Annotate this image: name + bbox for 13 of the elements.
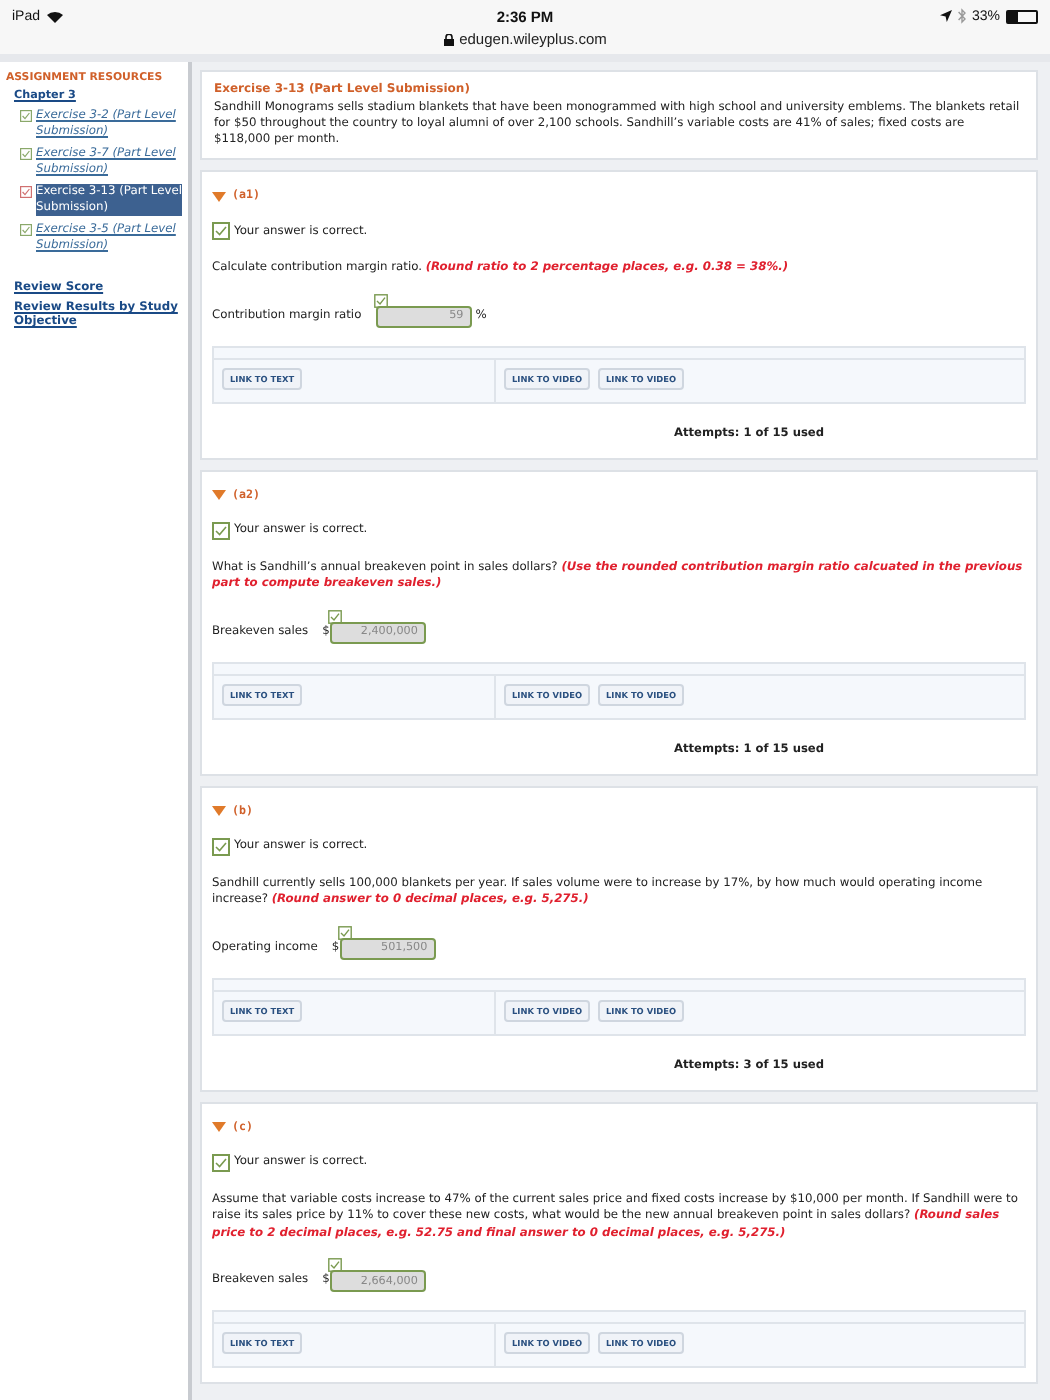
battery-icon [1005, 9, 1038, 23]
check-icon [327, 1258, 342, 1272]
check-icon [327, 609, 342, 623]
location-arrow-icon [939, 10, 952, 22]
caret-icon[interactable] [212, 1122, 226, 1132]
wifi-icon [46, 9, 65, 23]
caret-icon[interactable] [212, 191, 226, 201]
bluetooth-icon [957, 8, 966, 24]
caret-icon[interactable] [212, 490, 226, 500]
caret-icon[interactable] [212, 806, 226, 816]
check-icon [337, 925, 352, 939]
lock-icon [443, 33, 454, 45]
check-icon [373, 293, 388, 307]
